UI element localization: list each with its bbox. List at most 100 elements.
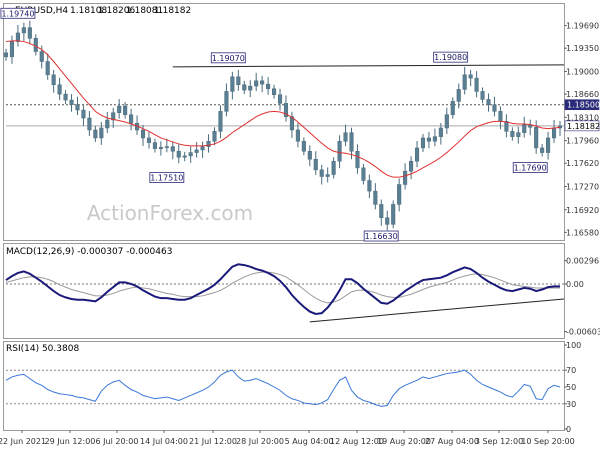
candle-body <box>379 204 384 218</box>
candle-body <box>414 147 420 162</box>
candle-body <box>242 84 247 91</box>
candle-body <box>426 137 431 142</box>
candle-body <box>277 94 283 104</box>
candle-body <box>397 184 402 205</box>
candle-body <box>450 101 455 115</box>
candle-body <box>546 137 551 153</box>
candle-body <box>504 121 509 132</box>
price-axis-label: 1.17620 <box>566 159 599 168</box>
candle-body <box>188 152 193 157</box>
candle-body <box>409 160 414 172</box>
candle-body <box>218 111 223 132</box>
candle-body <box>420 137 426 149</box>
macd-title: MACD(12,26,9) -0.000307 -0.000463 <box>6 247 172 257</box>
macd-axis-label: -0.006039 <box>566 328 600 337</box>
rsi-axis-label: 100 <box>566 341 581 350</box>
candle-body <box>480 91 485 100</box>
candle-body <box>248 85 253 91</box>
time-axis-label: 28 Jul 20:00 <box>236 437 284 446</box>
candle-body <box>331 160 336 175</box>
candle-body <box>93 129 98 139</box>
candle-body <box>146 137 152 143</box>
candle-body <box>176 151 181 158</box>
watermark-text: ActionForex.com <box>87 201 253 225</box>
candle-body <box>540 147 545 153</box>
candle-body <box>123 105 128 115</box>
price-axis-label: 1.17960 <box>566 137 599 146</box>
price-axis-label: 1.19690 <box>566 22 599 31</box>
candle-body <box>33 37 38 52</box>
candle-body <box>307 151 312 160</box>
candle-body <box>140 129 146 139</box>
candle-body <box>200 146 205 151</box>
candle-body <box>117 105 122 113</box>
time-axis-label: 21 Jul 12:00 <box>189 437 237 446</box>
candle-body <box>522 124 527 133</box>
candle-body <box>301 141 306 152</box>
candle-body <box>266 83 271 90</box>
candle-body <box>164 146 169 148</box>
time-axis-label: 6 Jul 20:00 <box>96 437 139 446</box>
candle-body <box>295 129 300 142</box>
candle-body <box>337 141 342 162</box>
time-axis-label: 14 Jul 04:00 <box>140 437 188 446</box>
candle-body <box>432 136 437 142</box>
candle-body <box>170 146 175 152</box>
rsi-axis-label: 70 <box>566 366 576 375</box>
candle-body <box>385 217 390 225</box>
candle-body <box>486 99 491 105</box>
candle-body <box>391 204 396 225</box>
candle-body <box>444 114 449 129</box>
chart-svg: ActionForex.com EURUSD,H4 1.18108 1.1820… <box>0 0 600 450</box>
candle-body <box>254 80 259 87</box>
level-annotation-label: 1.19080 <box>434 53 467 62</box>
candle-body <box>456 89 461 102</box>
price-axis-label: 1.18660 <box>566 90 599 99</box>
ohlc-close: 1.18182 <box>154 6 191 16</box>
candle-body <box>510 131 515 137</box>
candle-body <box>230 76 235 92</box>
candle-body <box>224 91 229 112</box>
candle-body <box>534 127 539 149</box>
candle-body <box>551 127 557 139</box>
time-axis-label: 5 Aug 04:00 <box>285 437 334 446</box>
candle-body <box>212 131 217 142</box>
candle-body <box>51 74 56 86</box>
candle-body <box>152 142 157 149</box>
rsi-title: RSI(14) 50.3808 <box>6 344 79 354</box>
candle-body <box>182 155 187 158</box>
candle-body <box>236 76 241 86</box>
time-axis-label: 12 Aug 12:00 <box>330 437 384 446</box>
price-axis-label: 1.19000 <box>566 67 599 76</box>
price-axis-label: 1.16580 <box>566 228 599 237</box>
level-annotation-label: 1.17690 <box>514 164 547 173</box>
price-axis-label: 1.16920 <box>566 206 599 215</box>
candle-body <box>367 180 372 192</box>
candle-body <box>129 114 134 124</box>
price-tag-label: 1.18500 <box>567 101 600 110</box>
level-annotation-label: 1.19740 <box>1 9 34 18</box>
candle-body <box>272 88 277 95</box>
candle-body <box>313 158 318 171</box>
candle-body <box>343 132 348 142</box>
candle-body <box>468 74 473 79</box>
macd-axis-label: 0.00 <box>566 280 584 289</box>
candle-body <box>45 61 50 76</box>
candle-body <box>105 119 110 129</box>
level-annotation-label: 1.19070 <box>212 54 245 63</box>
candle-body <box>516 132 521 137</box>
rsi-axis-label: 50 <box>566 383 576 392</box>
macd-axis-label: 0.002961 <box>566 257 600 266</box>
candle-body <box>39 51 44 62</box>
candle-body <box>158 147 163 149</box>
candle-body <box>27 27 32 39</box>
level-annotation-label: 1.16630 <box>365 232 398 241</box>
candle-body <box>15 32 20 42</box>
candle-body <box>260 80 265 85</box>
rsi-axis-label: 30 <box>566 400 576 409</box>
candle-body <box>355 151 360 169</box>
candle-body <box>498 111 503 122</box>
time-axis-label: 19 Aug 20:00 <box>377 437 431 446</box>
time-axis-label: 3 Sep 12:00 <box>475 437 523 446</box>
time-axis-label: 22 Jun 2021 <box>0 437 46 446</box>
